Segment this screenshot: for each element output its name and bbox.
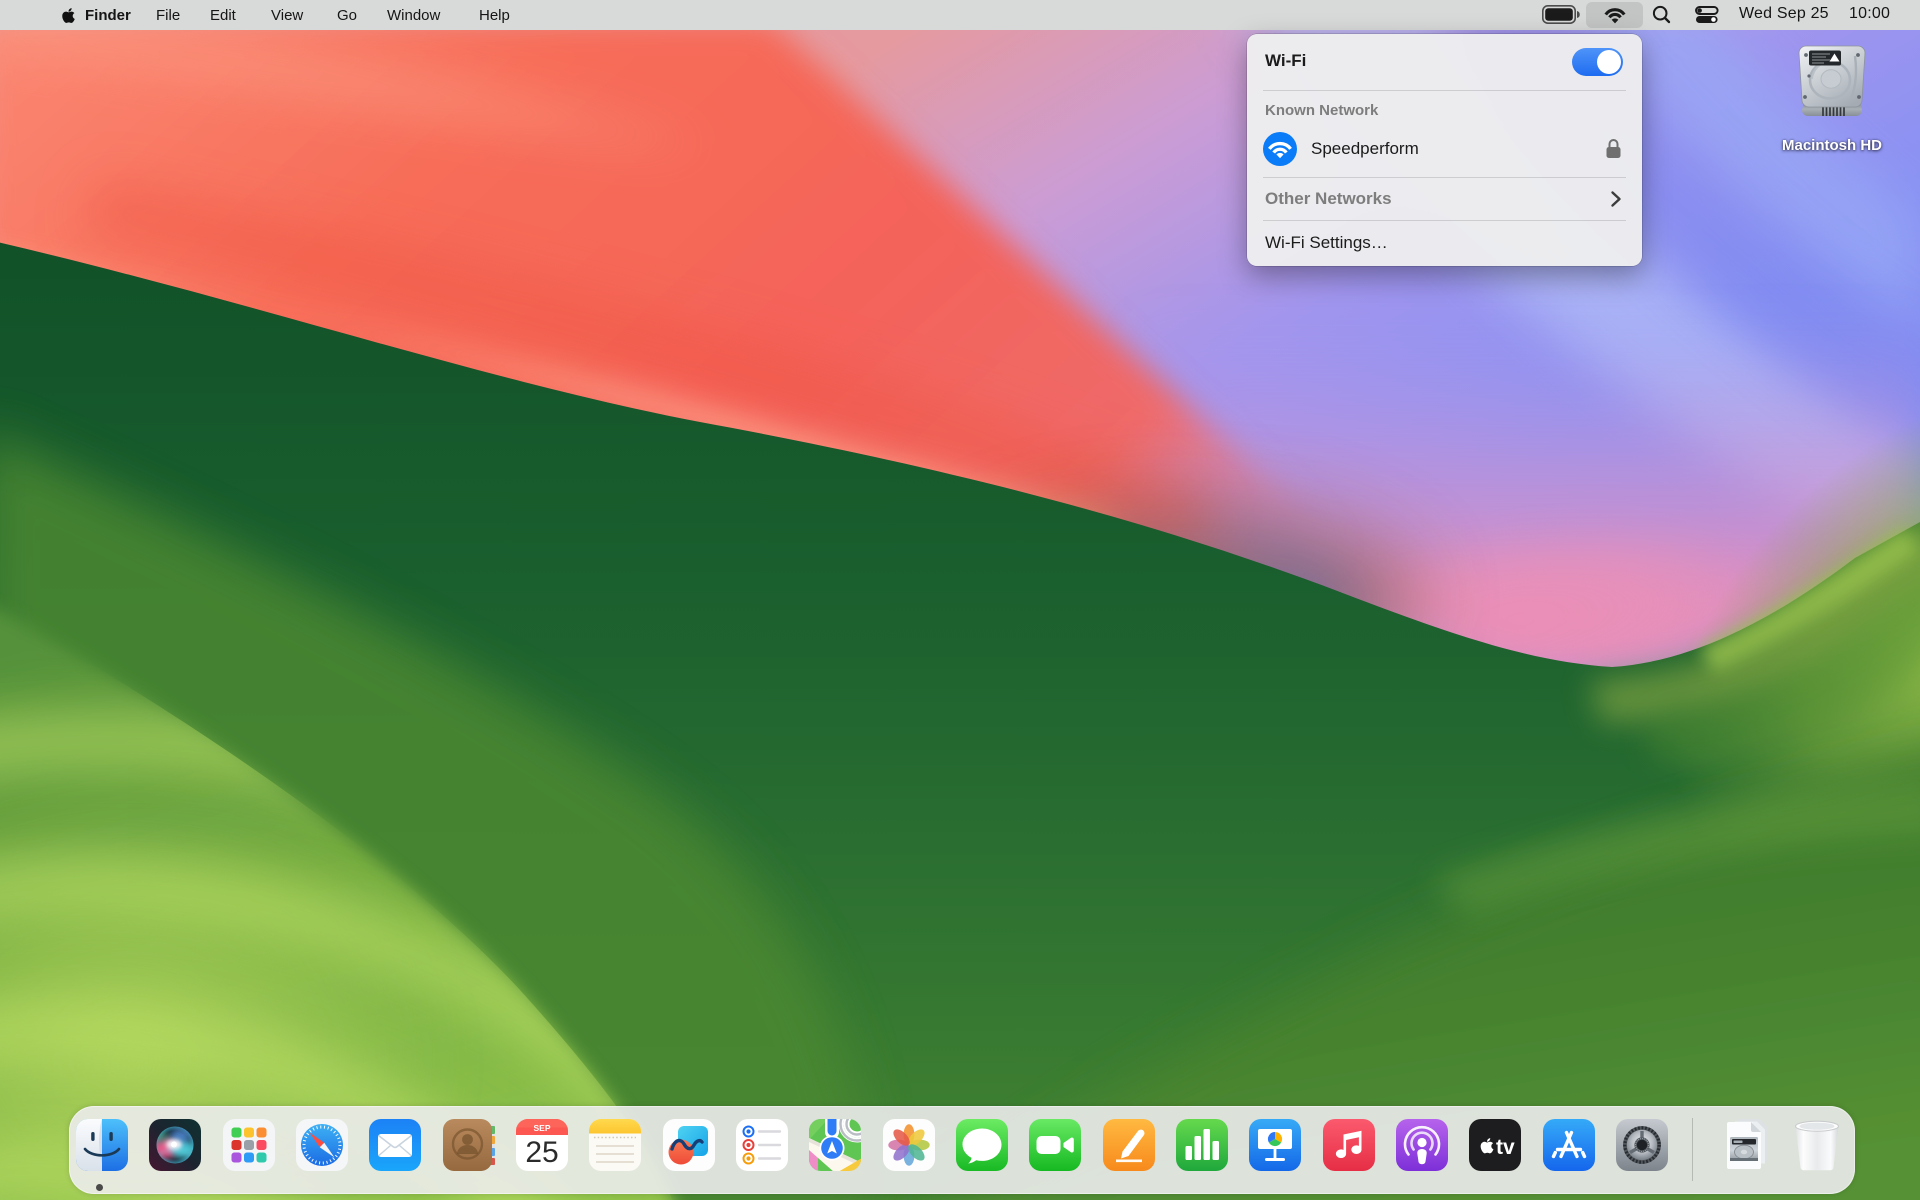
svg-text:tv: tv (1496, 1136, 1515, 1159)
svg-text:SEP: SEP (533, 1123, 550, 1133)
svg-text:25: 25 (525, 1136, 558, 1169)
